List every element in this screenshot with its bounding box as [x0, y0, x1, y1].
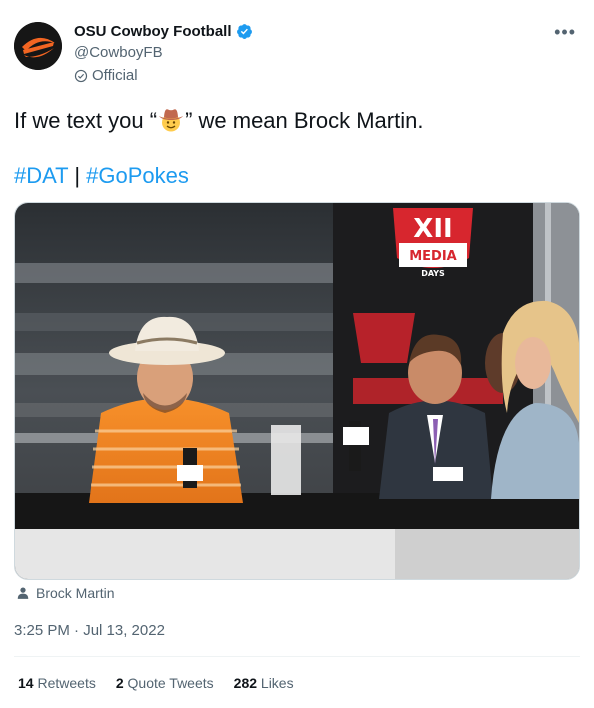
hashtag-dat[interactable]: #DAT [14, 163, 68, 188]
avatar[interactable] [14, 22, 62, 70]
tagged-user-name[interactable]: Brock Martin [36, 585, 115, 601]
retweets-stat[interactable]: 14 Retweets [18, 675, 96, 691]
engagement-stats: 14 Retweets 2 Quote Tweets 282 Likes [18, 675, 294, 691]
svg-text:DAYS: DAYS [421, 269, 445, 278]
hashtag-gopokes[interactable]: #GoPokes [86, 163, 189, 188]
hashtag-separator: | [68, 163, 87, 188]
official-text: Official [92, 67, 138, 84]
likes-label: Likes [260, 675, 294, 691]
likes-stat[interactable]: 282 Likes [234, 675, 294, 691]
quotes-label: Quote Tweets [127, 675, 214, 691]
svg-text:XII: XII [413, 214, 452, 244]
more-options-icon[interactable]: ••• [554, 22, 576, 43]
retweets-label: Retweets [37, 675, 96, 691]
tweet-header: OSU Cowboy Football @CowboyFB Official •… [14, 20, 580, 90]
divider [14, 656, 580, 657]
account-handle[interactable]: @CowboyFB [74, 44, 163, 61]
tweet-text: If we text you “ ” we mean Brock Martin. [14, 106, 423, 135]
cowboy-hat-face-icon [159, 109, 184, 132]
tweet-text-after: ” we mean Brock Martin. [185, 108, 424, 133]
official-check-icon [74, 69, 88, 82]
display-name[interactable]: OSU Cowboy Football [74, 23, 232, 40]
osu-logo-icon [14, 22, 62, 70]
verified-badge-icon [236, 23, 253, 40]
quotes-count: 2 [115, 675, 124, 691]
quote-tweets-stat[interactable]: 2 Quote Tweets [116, 675, 214, 691]
tagged-user-row[interactable]: Brock Martin [16, 585, 115, 601]
tweet-timestamp[interactable]: 3:25 PM · Jul 13, 2022 [14, 622, 165, 639]
hashtag-line: #DAT | #GoPokes [14, 162, 189, 190]
press-interview-photo: XII MEDIA DAYS [15, 203, 579, 579]
tweet-text-before: If we text you “ [14, 108, 158, 133]
svg-text:MEDIA: MEDIA [409, 249, 457, 264]
person-icon [17, 587, 29, 599]
retweets-count: 14 [18, 675, 34, 691]
tweet-photo[interactable]: XII MEDIA DAYS [14, 202, 580, 580]
official-label: Official [74, 67, 138, 84]
likes-count: 282 [233, 675, 258, 691]
